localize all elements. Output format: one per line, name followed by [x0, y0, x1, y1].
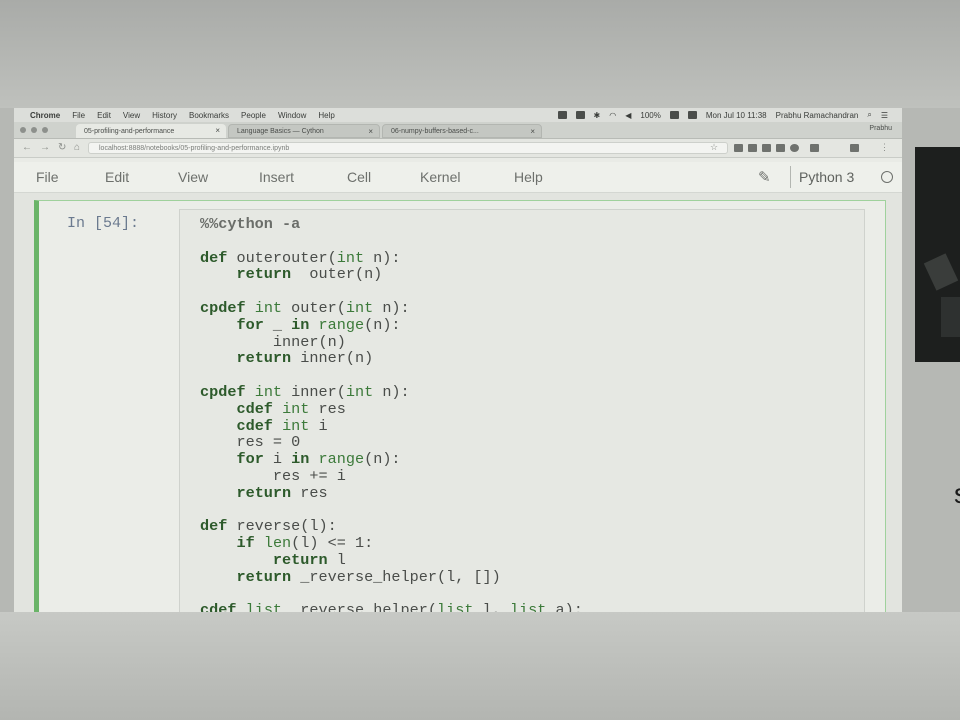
projection-wall-bottom [0, 612, 960, 720]
menu-window[interactable]: Window [278, 111, 306, 120]
code-line: res += i [200, 466, 346, 485]
jupyter-menu-view[interactable]: View [178, 169, 208, 185]
user-name[interactable]: Prabhu Ramachandran [776, 111, 859, 120]
menu-file[interactable]: File [72, 111, 85, 120]
home-icon[interactable]: ⌂ [74, 142, 80, 153]
battery-percent[interactable]: 100% [640, 111, 660, 120]
bookmark-star-icon[interactable]: ☆ [710, 142, 718, 153]
tab-title: Language Basics — Cython [237, 127, 324, 135]
menu-history[interactable]: History [152, 111, 177, 120]
extension-icon[interactable] [762, 144, 771, 152]
battery-icon[interactable] [669, 111, 679, 119]
browser-toolbar: ← → ↻ ⌂ localhost:8888/notebooks/05-prof… [14, 139, 902, 158]
kernel-indicator[interactable]: Python 3 [790, 166, 896, 188]
photo-shape [923, 253, 959, 291]
code-line: cdef list _reverse_helper(list l, list a… [200, 601, 583, 612]
extension-icon[interactable] [850, 144, 859, 152]
browser-tab-strip: 05-profiling-and-performance × Language … [14, 122, 902, 139]
code-line: cdef int res [236, 399, 346, 418]
speaker-photo [915, 147, 960, 362]
close-window-icon[interactable] [20, 127, 26, 133]
code-line: return _reverse_helper(l, []) [236, 567, 501, 586]
photo-shape [941, 297, 960, 337]
slide-edge-glyph: s [954, 478, 960, 510]
code-line: cpdef int inner(int n): [200, 382, 410, 401]
kernel-name: Python 3 [799, 169, 855, 185]
edit-mode-pencil-icon: ✎ [758, 169, 771, 186]
volume-icon[interactable]: ◀ [625, 111, 631, 120]
extension-icon[interactable] [810, 144, 819, 152]
window-controls [20, 127, 48, 133]
code-line: return inner(n) [236, 349, 374, 368]
jupyter-menu-insert[interactable]: Insert [259, 169, 294, 185]
minimize-window-icon[interactable] [31, 127, 37, 133]
code-cell[interactable]: In [54]: %%cython -a def outerouter(int … [34, 200, 886, 612]
projected-screen: Chrome File Edit View History Bookmarks … [14, 108, 902, 612]
code-line: cdef int i [236, 416, 328, 435]
jupyter-menu-cell[interactable]: Cell [347, 169, 371, 185]
code-text[interactable]: %%cython -a def outerouter(int n): retur… [200, 216, 583, 612]
menu-view[interactable]: View [123, 111, 140, 120]
jupyter-menu-file[interactable]: File [36, 169, 59, 185]
url-text: localhost:8888/notebooks/05-profiling-an… [99, 145, 290, 152]
code-line: return res [236, 483, 328, 502]
code-line: cpdef int outer(int n): [200, 298, 410, 317]
menu-help[interactable]: Help [318, 111, 334, 120]
code-line: return outer(n) [236, 265, 383, 284]
kernel-idle-icon [881, 171, 893, 183]
address-bar[interactable]: localhost:8888/notebooks/05-profiling-an… [88, 142, 728, 154]
notebook-area[interactable]: In [54]: %%cython -a def outerouter(int … [14, 193, 902, 612]
jupyter-menu-edit[interactable]: Edit [105, 169, 129, 185]
code-line: def reverse(l): [200, 517, 337, 536]
code-line: for _ in range(n): [236, 315, 401, 334]
menu-people[interactable]: People [241, 111, 266, 120]
wifi-icon[interactable]: ◠ [609, 111, 616, 120]
profile-button[interactable]: Prabhu [869, 125, 892, 132]
bluetooth-icon[interactable]: ✱ [594, 111, 601, 120]
extension-icon[interactable] [734, 144, 743, 152]
close-tab-icon[interactable]: × [368, 127, 373, 136]
extension-icon[interactable] [748, 144, 757, 152]
reload-icon[interactable]: ↻ [58, 142, 66, 153]
input-source-icon[interactable] [687, 111, 697, 119]
code-line: return l [272, 550, 346, 569]
os-menubar: Chrome File Edit View History Bookmarks … [14, 108, 902, 122]
tab-language-basics[interactable]: Language Basics — Cython × [228, 124, 380, 138]
close-tab-icon[interactable]: × [215, 126, 220, 135]
extension-icon[interactable] [790, 144, 799, 152]
menu-edit[interactable]: Edit [97, 111, 111, 120]
back-icon[interactable]: ← [22, 142, 32, 153]
code-line: %%cython -a [200, 215, 301, 233]
code-line: if len(l) <= 1: [236, 534, 374, 553]
tab-profiling[interactable]: 05-profiling-and-performance × [76, 124, 226, 138]
jupyter-menu-help[interactable]: Help [514, 169, 543, 185]
tab-title: 05-profiling-and-performance [84, 127, 175, 135]
status-app-icon[interactable] [557, 111, 567, 119]
menu-chrome[interactable]: Chrome [30, 111, 60, 120]
jupyter-menu-kernel[interactable]: Kernel [420, 169, 460, 185]
zoom-window-icon[interactable] [42, 127, 48, 133]
menu-bookmarks[interactable]: Bookmarks [189, 111, 229, 120]
jupyter-menubar: File Edit View Insert Cell Kernel Help ✎… [14, 162, 902, 193]
forward-icon[interactable]: → [40, 142, 50, 153]
close-tab-icon[interactable]: × [530, 127, 535, 136]
tab-numpy-buffers[interactable]: 06-numpy-buffers-based-c... × [382, 124, 542, 138]
code-editor[interactable]: %%cython -a def outerouter(int n): retur… [179, 209, 865, 612]
search-icon[interactable]: ⌕ [867, 110, 871, 120]
menubar-status-area: ✱ ◠ ◀ 100% Mon Jul 10 11:38 Prabhu Ramac… [557, 110, 888, 120]
chrome-menu-icon[interactable]: ⋮ [880, 142, 889, 153]
code-line: def outerouter(int n): [200, 248, 401, 267]
extension-icon[interactable] [776, 144, 785, 152]
clock[interactable]: Mon Jul 10 11:38 [706, 111, 767, 120]
projection-wall-top [0, 0, 960, 108]
input-prompt: In [54]: [67, 215, 140, 232]
code-line: for i in range(n): [236, 450, 401, 469]
menu-list-icon[interactable]: ☰ [881, 111, 888, 120]
status-app-icon[interactable] [575, 111, 585, 119]
tab-title: 06-numpy-buffers-based-c... [391, 127, 479, 135]
code-line: inner(n) [200, 332, 346, 351]
code-line: res = 0 [200, 433, 301, 452]
